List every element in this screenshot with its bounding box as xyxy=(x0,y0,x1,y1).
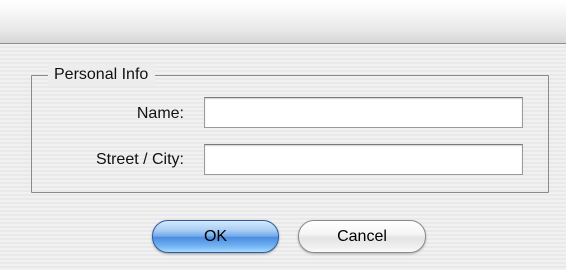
street-city-field[interactable] xyxy=(204,144,523,175)
name-field[interactable] xyxy=(204,97,523,128)
cancel-button[interactable]: Cancel xyxy=(298,220,426,253)
ok-button[interactable]: OK xyxy=(152,220,279,253)
personal-info-group xyxy=(31,75,549,193)
dialog-window: Personal Info Name: Street / City: OK Ca… xyxy=(0,0,566,270)
personal-info-group-title: Personal Info xyxy=(48,64,156,86)
window-title-bar[interactable] xyxy=(0,0,566,44)
name-label: Name: xyxy=(136,105,184,122)
street-city-label: Street / City: xyxy=(95,151,184,168)
